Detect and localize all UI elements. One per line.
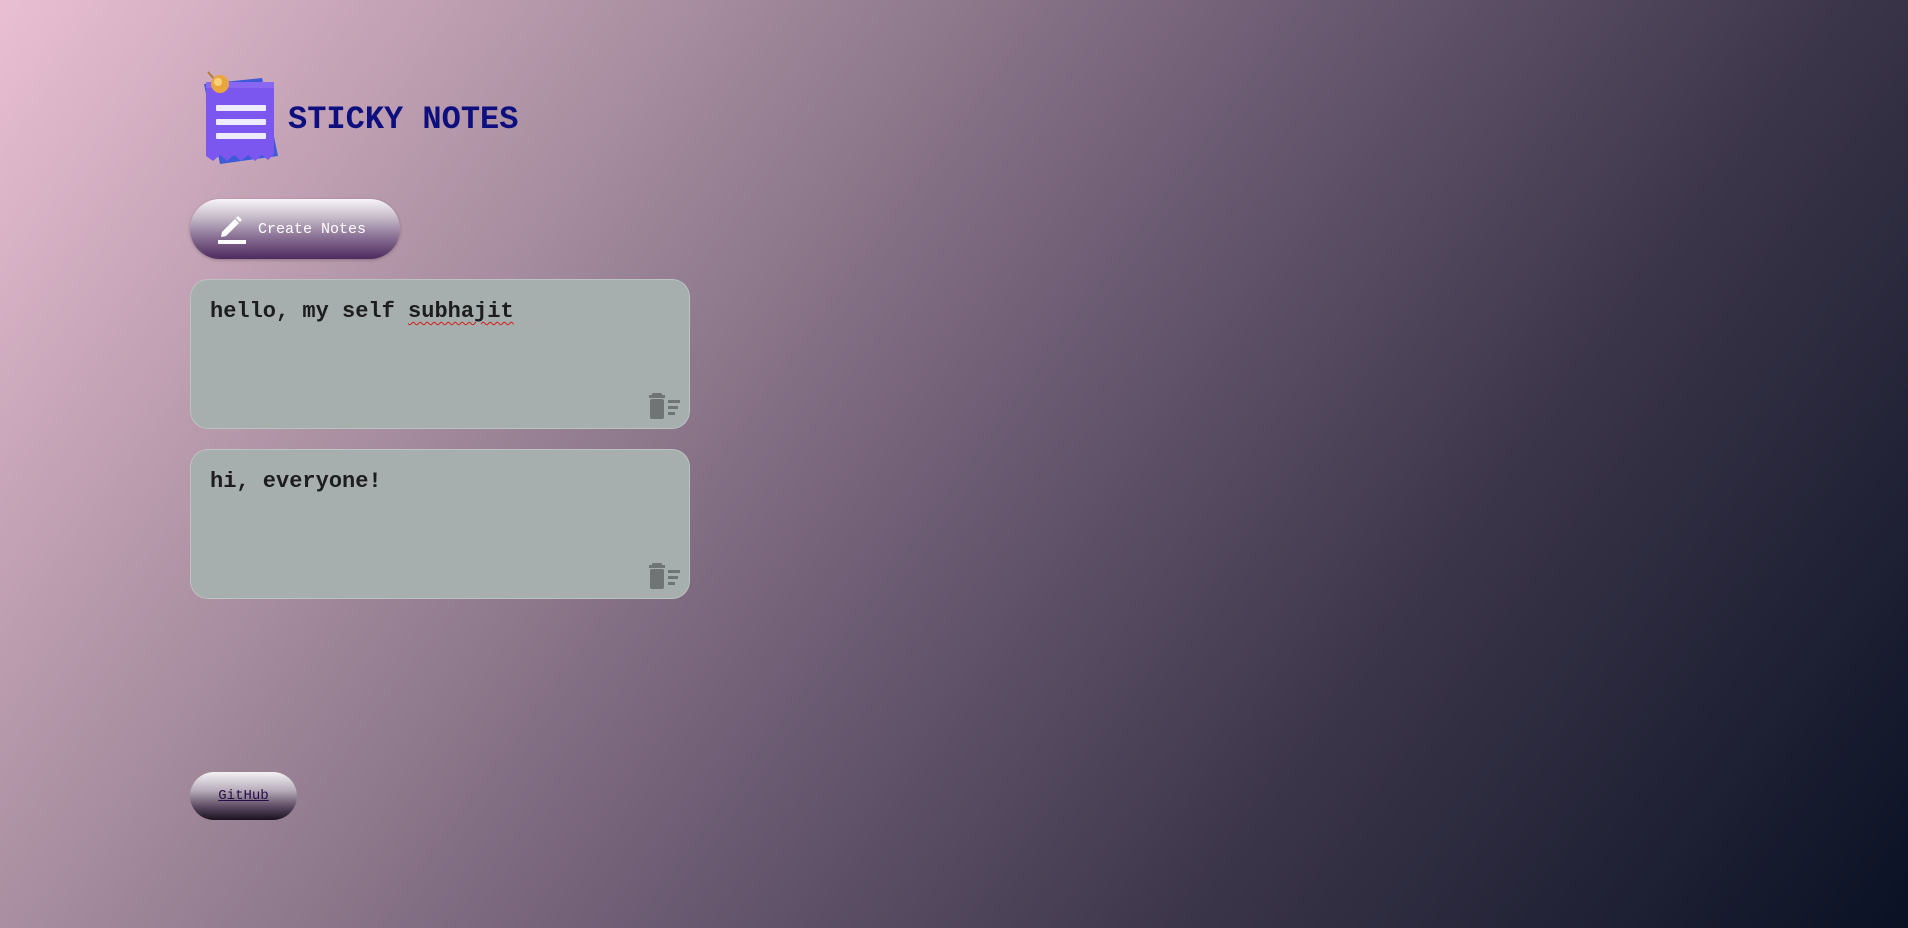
note-text[interactable]: hello, my self subhajit [210,299,514,324]
create-notes-label: Create Notes [258,220,367,238]
note-text-plain: hello, my self [210,299,409,324]
github-link[interactable]: GitHub [218,788,268,804]
github-button[interactable]: GitHub [190,772,297,820]
trash-list-icon[interactable] [648,561,682,591]
app-header: STICKY NOTES [198,70,518,168]
pencil-icon [214,212,248,246]
sticky-note-pin-icon [198,70,282,168]
note-text-misspelled: subhajit [408,299,514,324]
trash-list-icon[interactable] [648,391,682,421]
note-card[interactable]: hello, my self subhajit [190,279,690,429]
note-card[interactable]: hi, everyone! [190,449,690,599]
create-notes-button[interactable]: Create Notes [190,199,400,259]
note-text[interactable]: hi, everyone! [210,469,382,494]
note-text-plain: hi, everyone! [210,469,382,494]
page-title: STICKY NOTES [288,100,519,138]
